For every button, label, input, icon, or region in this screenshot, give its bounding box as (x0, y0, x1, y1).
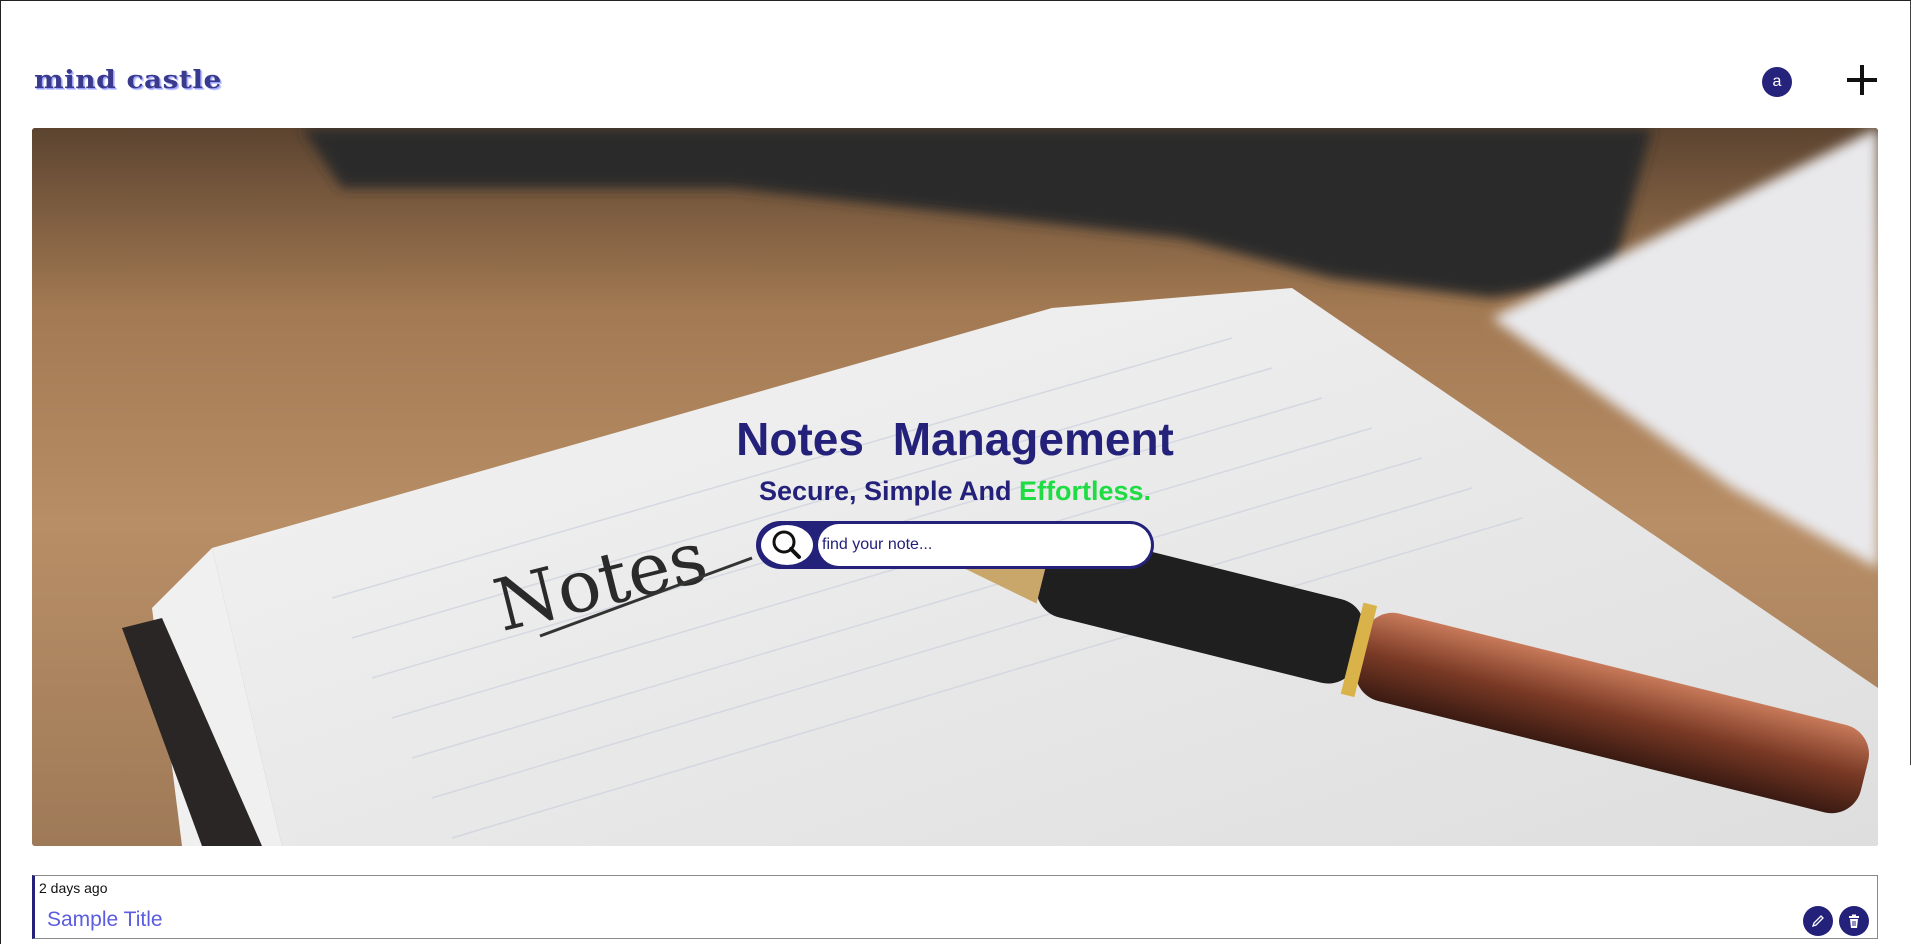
edit-note-button[interactable] (1803, 906, 1833, 936)
search-input[interactable] (818, 524, 1151, 566)
note-card[interactable]: 2 days ago Sample Title (32, 875, 1878, 939)
search-icon (772, 530, 801, 559)
user-avatar[interactable]: a (1762, 67, 1792, 97)
hero-title: Notes Management (736, 413, 1174, 465)
hero-subtitle-accent: Effortless. (1019, 476, 1152, 506)
note-timestamp: 2 days ago (39, 880, 108, 896)
pencil-icon (1811, 915, 1824, 928)
add-note-button[interactable] (1846, 64, 1878, 96)
delete-note-button[interactable] (1839, 906, 1869, 936)
search-button[interactable] (761, 525, 813, 565)
hero-banner: Notes Notes Management Secure, Simple An… (32, 128, 1878, 846)
trash-icon (1849, 914, 1859, 928)
app-logo[interactable]: mind castle (34, 65, 222, 95)
hero-subtitle: Secure, Simple And Effortless. (32, 476, 1878, 507)
note-title[interactable]: Sample Title (47, 908, 163, 932)
search-bar (756, 521, 1154, 569)
hero-subtitle-prefix: Secure, Simple And (758, 476, 1020, 506)
